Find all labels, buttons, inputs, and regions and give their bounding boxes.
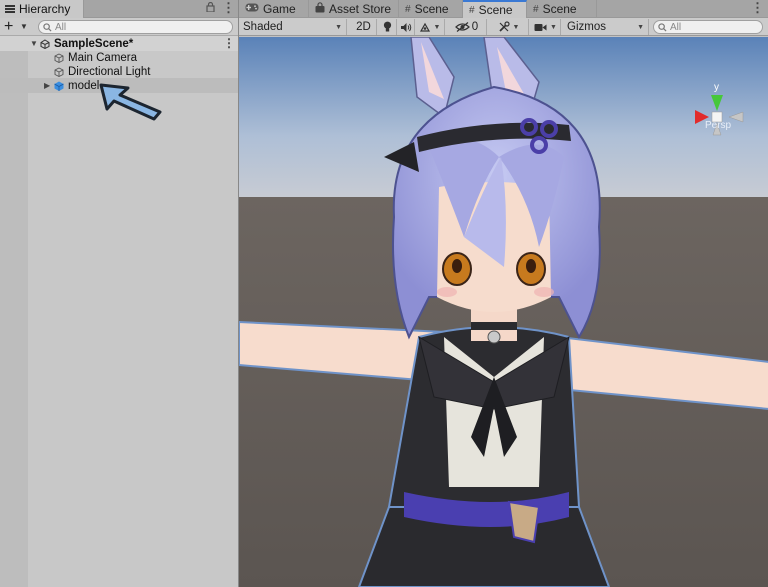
item-label: model [68,79,100,92]
prefab-icon [54,81,64,91]
pointer-arrow-annotation [99,83,162,121]
scene-toolbar: Shaded ▼ 2D ▼ 0 ▼ ▼ Gizmos ▼ All [239,18,768,36]
gizmos-label: Gizmos [567,21,606,33]
camera-settings-dropdown[interactable]: ▼ [531,19,561,35]
chevron-down-icon: ▼ [433,23,441,31]
chevron-down-icon: ▼ [512,23,520,31]
tab-hierarchy[interactable]: Hierarchy [0,0,84,18]
gizmos-dropdown[interactable]: Gizmos ▼ [563,19,649,35]
scene-name: SampleScene* [54,37,134,50]
hierarchy-search-input[interactable]: All [38,20,233,34]
add-object-button[interactable]: + [4,18,13,35]
chevron-down-icon: ▼ [550,23,557,31]
hierarchy-tab-bar: Hierarchy ⋮ [0,0,238,18]
character-choker [471,322,517,330]
tab-hierarchy-label: Hierarchy [19,2,71,16]
hierarchy-toolbar: + ▼ All [0,18,238,36]
projection-label[interactable]: Persp [705,120,731,131]
scene-visibility-toggle[interactable]: 0 [447,19,487,35]
grid-icon: # [469,4,475,16]
kebab-menu-icon[interactable]: ⋮ [751,0,764,16]
hierarchy-gutter [0,37,28,587]
tools-icon [498,21,510,32]
search-icon [43,22,52,32]
chevron-down-icon: ▼ [637,23,644,31]
search-placeholder: All [55,21,67,33]
tab-label: Asset Store [329,2,392,16]
list-icon [5,5,15,13]
effects-icon [419,22,430,32]
chevron-down-icon[interactable]: ▼ [20,22,28,31]
audio-toggle-button[interactable] [397,19,415,35]
gameobject-icon [54,52,64,63]
tab-scene-active[interactable]: # Scene [463,0,527,18]
orientation-gizmo[interactable]: y [679,77,759,147]
tab-label: Scene [542,2,577,16]
gizmo-y-label: y [714,82,719,93]
scene-tab-bar: Game Asset Store # Scene # Scene # Scene… [239,0,768,18]
hidden-count: 0 [471,21,479,33]
shading-mode-dropdown[interactable]: Shaded ▼ [241,19,347,35]
tab-label: Scene [478,3,513,17]
2d-label: 2D [356,21,371,33]
effects-dropdown[interactable]: ▼ [415,19,445,35]
scene-viewport[interactable]: y Persp [239,37,768,587]
2d-toggle-button[interactable]: 2D [351,19,377,35]
tab-label: Game [263,2,296,16]
unity-scene-icon [40,38,50,49]
grid-icon: # [533,3,539,15]
item-label: Main Camera [68,51,138,64]
kebab-menu-icon[interactable]: ⋮ [222,0,235,16]
shopping-bag-icon [315,2,325,16]
gamepad-icon [245,3,259,15]
scene-window: Game Asset Store # Scene # Scene # Scene… [238,0,768,587]
tab-scene[interactable]: # Scene [399,0,463,18]
hierarchy-scene-row[interactable]: ▼ SampleScene* [0,36,238,51]
tab-game[interactable]: Game [239,0,309,18]
search-placeholder: All [670,21,682,33]
gameobject-icon [54,66,64,77]
hierarchy-item-directional-light[interactable]: Directional Light [0,64,238,79]
item-label: Directional Light [68,65,151,78]
foldout-closed-icon[interactable]: ▶ [44,81,54,90]
tool-settings-dropdown[interactable]: ▼ [489,19,529,35]
grid-icon: # [405,3,411,15]
hierarchy-item-main-camera[interactable]: Main Camera [0,50,238,65]
video-camera-icon [534,23,547,31]
speaker-icon [400,22,411,32]
hidden-eye-icon [454,22,470,32]
lock-icon[interactable] [206,1,215,15]
chevron-down-icon: ▼ [335,23,342,31]
foldout-open-icon[interactable]: ▼ [30,39,40,48]
tab-label: Scene [414,2,449,16]
lightbulb-icon [383,21,392,32]
lighting-toggle-button[interactable] [379,19,397,35]
gizmo-y-cone [711,95,723,111]
scene-search-input[interactable]: All [653,20,763,34]
tab-scene[interactable]: # Scene [527,0,597,18]
tab-asset-store[interactable]: Asset Store [309,0,399,18]
shading-mode-value: Shaded [243,21,283,33]
scene-menu-icon[interactable]: ⋮ [223,36,235,50]
character-bell [487,330,501,344]
search-icon [658,22,667,32]
